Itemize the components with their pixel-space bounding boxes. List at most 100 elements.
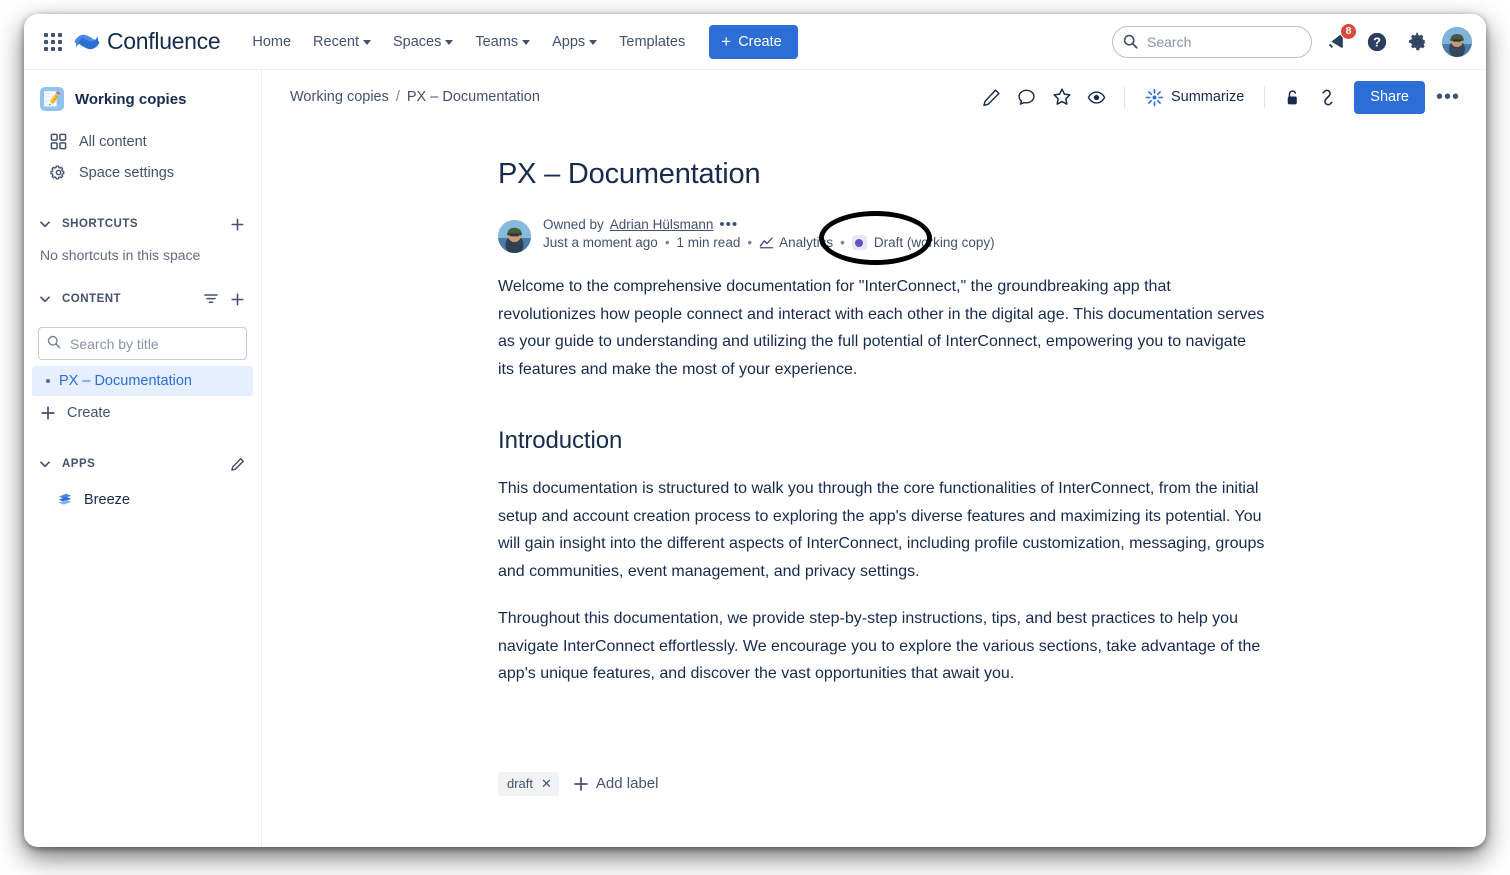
status-badge[interactable]: Draft (working copy) [851,235,995,250]
sidebar-item-all-content[interactable]: All content [32,126,253,157]
apps-label: APPS [62,458,96,470]
status-badge-label: Draft (working copy) [873,235,995,250]
grid-squares-icon [50,133,67,150]
nav-recent[interactable]: Recent [303,27,381,57]
page-main-area: Working copies / PX – Documentation Summ… [262,70,1486,847]
nav-apps-label: Apps [552,33,586,50]
summarize-label: Summarize [1170,89,1245,105]
label-chip-text: draft [507,776,534,791]
apps-collapse-toggle[interactable] [34,453,56,475]
content-filter-button[interactable] [199,287,223,311]
plus-icon [41,406,55,420]
meta-separator: • [664,235,670,250]
close-icon[interactable]: ✕ [541,776,552,792]
breadcrumb-current-page[interactable]: PX – Documentation [407,89,540,105]
toolbar-divider-2 [1264,86,1266,108]
space-name: Working copies [75,90,187,108]
page-byline: Owned by Adrian Hülsmann ••• Just a mome… [498,211,1272,265]
shortcuts-collapse-toggle[interactable] [34,213,56,235]
owned-by-prefix: Owned by [543,217,604,232]
create-button[interactable]: + Create [709,24,798,59]
byline-meta-row: Just a moment ago • 1 min read • Analyti… [543,235,995,250]
nav-recent-label: Recent [313,33,359,50]
chevron-down-icon [445,40,454,45]
sidebar-page-px-documentation[interactable]: PX – Documentation [32,366,253,396]
edit-apps-button[interactable] [225,452,249,476]
breadcrumb: Working copies / PX – Documentation [290,89,540,105]
add-shortcut-button[interactable] [225,212,249,236]
notification-count-badge: 8 [1340,22,1357,40]
notifications-button[interactable]: 8 [1322,22,1357,57]
confluence-logo[interactable]: Confluence [74,28,221,55]
comments-button[interactable] [1011,81,1043,113]
sidebar-app-breeze[interactable]: Breeze [32,484,253,516]
restrictions-button[interactable] [1276,81,1308,113]
content-search-input[interactable] [38,327,247,360]
meta-separator-3: • [840,235,845,250]
sidebar-create-page[interactable]: Create [32,398,253,428]
user-avatar[interactable] [1442,26,1472,57]
watch-eye-icon [1088,90,1106,104]
filter-icon [204,294,218,303]
content-label: CONTENT [62,293,122,305]
nav-apps[interactable]: Apps [542,27,607,57]
favorite-star-button[interactable] [1046,81,1078,113]
space-header[interactable]: 📝 Working copies [24,82,261,116]
brand-name: Confluence [107,28,221,54]
content-collapse-toggle[interactable] [34,288,56,310]
share-button[interactable]: Share [1354,80,1425,114]
chevron-down-icon [40,461,50,468]
summarize-button[interactable]: Summarize [1136,82,1253,113]
star-icon [1053,88,1071,105]
apps-section-header: APPS [24,446,261,482]
watch-button[interactable] [1081,81,1113,113]
edit-page-button[interactable] [976,81,1008,113]
analytics-label: Analytics [779,235,834,250]
add-content-button[interactable] [225,287,249,311]
labels-row: draft ✕ Add label [498,771,1272,796]
shortcuts-empty-message: No shortcuts in this space [40,247,201,263]
nav-teams[interactable]: Teams [465,27,540,57]
analytics-link[interactable]: Analytics [759,235,833,250]
clipboard-pencil-icon: 📝 [40,87,64,111]
byline-more-dots[interactable]: ••• [719,217,738,232]
owner-avatar[interactable] [498,220,531,253]
label-chip-draft[interactable]: draft ✕ [498,771,559,796]
search-input[interactable] [1112,25,1312,58]
content-search[interactable] [38,327,247,360]
sidebar-item-space-settings[interactable]: Space settings [32,157,253,188]
sidebar-create-label: Create [67,405,111,421]
meta-separator-2: • [747,235,753,250]
breadcrumb-space[interactable]: Working copies [290,89,389,105]
sidebar-page-label: PX – Documentation [59,373,192,389]
owner-name-link[interactable]: Adrian Hülsmann [610,217,714,232]
sidebar-item-space-settings-label: Space settings [79,164,175,181]
more-actions-button[interactable]: ••• [1432,81,1464,113]
chevron-down-icon [40,296,50,303]
add-label-button[interactable]: Add label [573,775,658,792]
nav-templates[interactable]: Templates [609,27,695,57]
content-section-header: CONTENT [24,281,261,317]
sidebar-item-all-content-label: All content [79,133,147,150]
help-button[interactable]: ? [1362,27,1392,57]
copy-link-button[interactable] [1311,81,1343,113]
link-icon [1322,89,1333,105]
read-time: 1 min read [676,235,741,250]
chevron-down-icon [40,221,50,228]
page-actions: Summarize Share ••• [976,80,1464,114]
grid-apps-icon[interactable] [40,29,66,55]
page-title: PX – Documentation [498,158,761,190]
toolbar-divider [1123,86,1125,108]
nav-spaces[interactable]: Spaces [383,27,463,57]
breeze-waves-icon [58,493,72,505]
global-search[interactable] [1112,25,1312,58]
primary-nav-items: Home Recent Spaces Teams Apps Templates [242,27,695,57]
global-navigation-bar: Confluence Home Recent Spaces Teams Apps [24,14,1486,70]
pencil-icon [230,457,244,471]
settings-button[interactable] [1402,27,1432,57]
app-body: 📝 Working copies All content Space setti… [24,70,1486,847]
page-toolbar: Working copies / PX – Documentation Summ… [262,70,1486,124]
nav-home[interactable]: Home [242,27,301,57]
global-nav-right-actions: 8 ? [1112,22,1472,58]
chevron-down-icon [589,40,598,45]
